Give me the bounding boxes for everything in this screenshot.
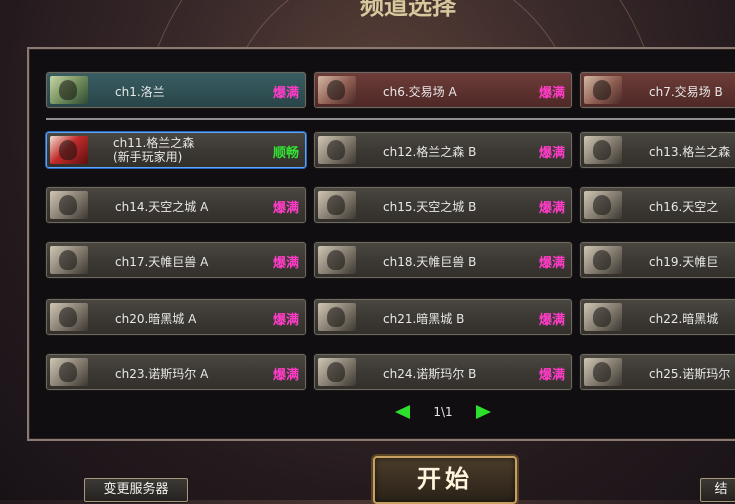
channel-ch19[interactable]: ch19.天帷巨 [580, 242, 735, 278]
channel-name: ch1.洛兰 [115, 85, 165, 99]
channel-ch14[interactable]: ch14.天空之城 A 爆满 [46, 187, 306, 223]
channel-name: ch7.交易场 B [649, 85, 723, 99]
channel-ch18[interactable]: ch18.天帷巨兽 B 爆满 [314, 242, 572, 278]
channel-name: ch22.暗黑城 [649, 312, 719, 326]
channel-ch12[interactable]: ch12.格兰之森 B 爆满 [314, 132, 572, 168]
channel-ch23[interactable]: ch23.诺斯玛尔 A 爆满 [46, 354, 306, 390]
channel-ch21[interactable]: ch21.暗黑城 B 爆满 [314, 299, 572, 335]
channel-name: ch6.交易场 A [383, 85, 457, 99]
channel-thumbnail [318, 136, 356, 164]
channel-status: 爆满 [272, 201, 299, 216]
channel-name: ch24.诺斯玛尔 B [383, 367, 477, 381]
channel-thumbnail [50, 303, 88, 331]
channel-ch16[interactable]: ch16.天空之 [580, 187, 735, 223]
channel-name: ch15.天空之城 B [383, 200, 477, 214]
channel-divider [46, 118, 735, 120]
channel-ch22[interactable]: ch22.暗黑城 [580, 299, 735, 335]
channel-ch13[interactable]: ch13.格兰之森 [580, 132, 735, 168]
channel-thumbnail [584, 136, 622, 164]
channel-thumbnail [50, 246, 88, 274]
channel-status: 爆满 [272, 86, 299, 101]
channel-status: 爆满 [272, 368, 299, 383]
channel-status: 爆满 [538, 86, 565, 101]
channel-thumbnail [584, 246, 622, 274]
channel-thumbnail [584, 303, 622, 331]
channel-status: 爆满 [538, 313, 565, 328]
right-partial-button[interactable]: 结 [700, 478, 735, 502]
channel-name: ch11.格兰之森 (新手玩家用) [113, 136, 195, 164]
channel-name: ch16.天空之 [649, 200, 719, 214]
channel-thumbnail [318, 246, 356, 274]
channel-name: ch14.天空之城 A [115, 200, 209, 214]
channel-ch15[interactable]: ch15.天空之城 B 爆满 [314, 187, 572, 223]
channel-status: 顺畅 [272, 146, 299, 161]
channel-status: 爆满 [272, 256, 299, 271]
channel-name: ch25.诺斯玛尔 [649, 367, 731, 381]
channel-thumbnail [318, 358, 356, 386]
channel-ch25[interactable]: ch25.诺斯玛尔 [580, 354, 735, 390]
channel-ch20[interactable]: ch20.暗黑城 A 爆满 [46, 299, 306, 335]
next-page-arrow-icon[interactable] [476, 405, 491, 419]
start-button[interactable]: 开始 [373, 456, 517, 504]
channel-thumbnail [50, 76, 88, 104]
channel-thumbnail [50, 191, 88, 219]
channel-status: 爆满 [272, 313, 299, 328]
channel-ch6[interactable]: ch6.交易场 A 爆满 [314, 72, 572, 108]
channel-thumbnail [584, 358, 622, 386]
channel-ch1[interactable]: ch1.洛兰 爆满 [46, 72, 306, 108]
channel-status: 爆满 [538, 256, 565, 271]
pagination: 1\1 [392, 404, 494, 422]
channel-name: ch20.暗黑城 A [115, 312, 197, 326]
channel-thumbnail [318, 76, 356, 104]
channel-ch11[interactable]: ch11.格兰之森 (新手玩家用) 顺畅 [46, 132, 306, 168]
channel-status: 爆满 [538, 201, 565, 216]
channel-name: ch18.天帷巨兽 B [383, 255, 477, 269]
channel-ch24[interactable]: ch24.诺斯玛尔 B 爆满 [314, 354, 572, 390]
channel-name: ch13.格兰之森 [649, 145, 731, 159]
channel-status: 爆满 [538, 146, 565, 161]
channel-thumbnail [318, 191, 356, 219]
channel-ch7[interactable]: ch7.交易场 B [580, 72, 735, 108]
channel-name: ch23.诺斯玛尔 A [115, 367, 209, 381]
channel-name: ch19.天帷巨 [649, 255, 719, 269]
channel-name: ch21.暗黑城 B [383, 312, 465, 326]
channel-ch17[interactable]: ch17.天帷巨兽 A 爆满 [46, 242, 306, 278]
channel-status: 爆满 [538, 368, 565, 383]
channel-thumbnail [584, 76, 622, 104]
change-server-button[interactable]: 变更服务器 [84, 478, 188, 502]
channel-thumbnail [318, 303, 356, 331]
page-title: 频道选择 [360, 0, 456, 20]
channel-thumbnail [584, 191, 622, 219]
channel-name: ch12.格兰之森 B [383, 145, 477, 159]
channel-thumbnail [50, 136, 88, 164]
channel-thumbnail [50, 358, 88, 386]
channel-name: ch17.天帷巨兽 A [115, 255, 209, 269]
